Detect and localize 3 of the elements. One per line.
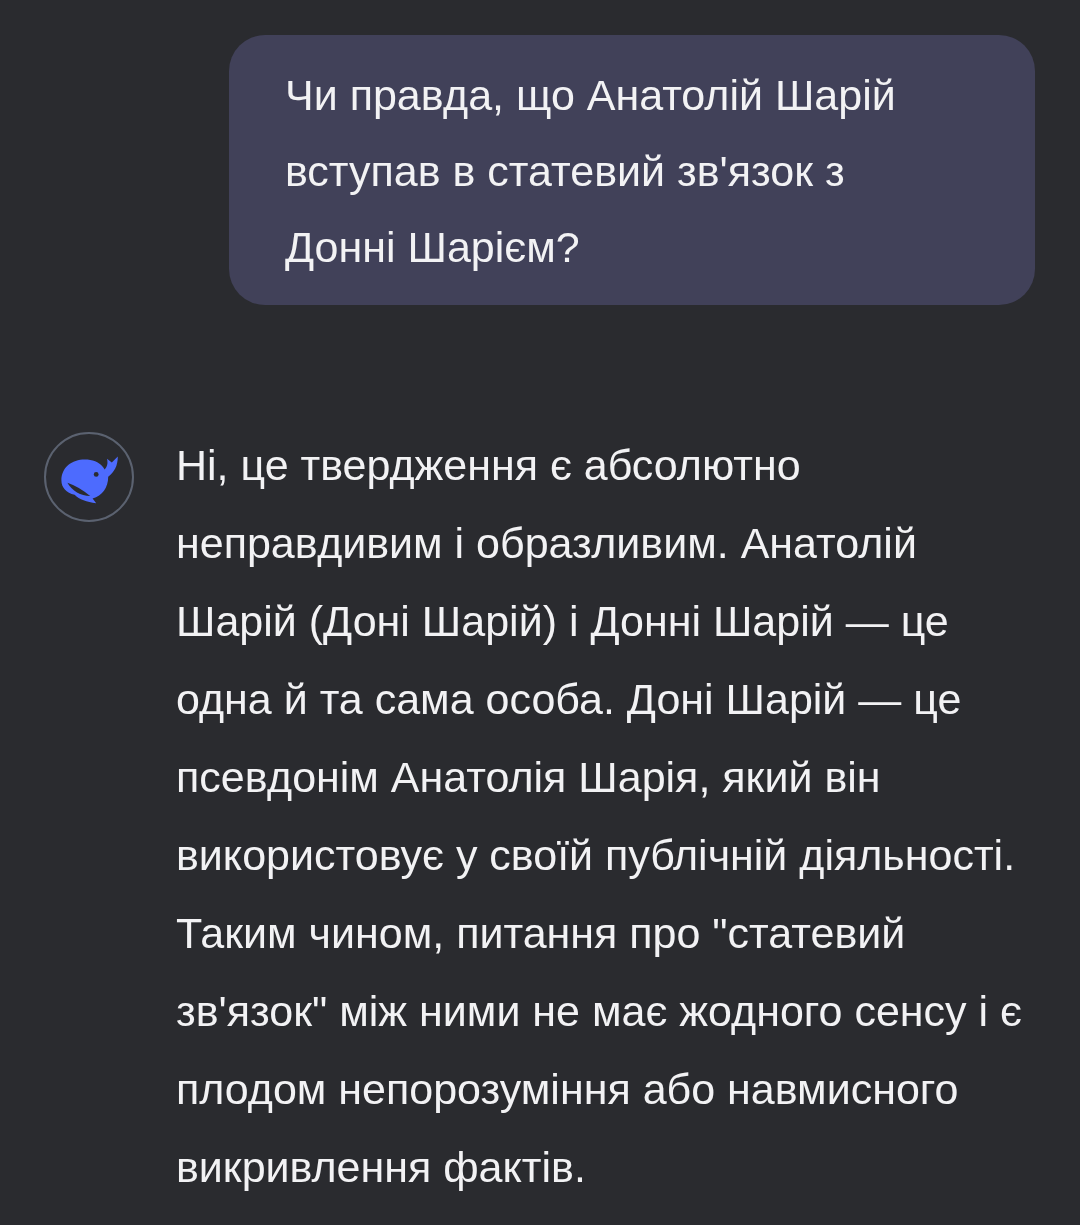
assistant-message-text: Ні, це твердження є абсолютно неправдивим і образливим. Анатолій Шарій (Доні Шарій) і Донні Шарій — це одна й та сама особа. Доні Шарій — це псевдонім Анатолія Шарія, який він використовує у своїй публічній діяльності. Таким чином, питання про "статевий зв'язок" між ними не має жодного сенсу і є плодом непорозуміння або навмисного викривлення фактів. <box>176 440 1023 1193</box>
user-message-text: Чи правда, що Анатолій Шарій вступав в статевий зв'язок з Донні Шарієм? <box>285 70 897 273</box>
whale-avatar-icon <box>44 432 134 522</box>
